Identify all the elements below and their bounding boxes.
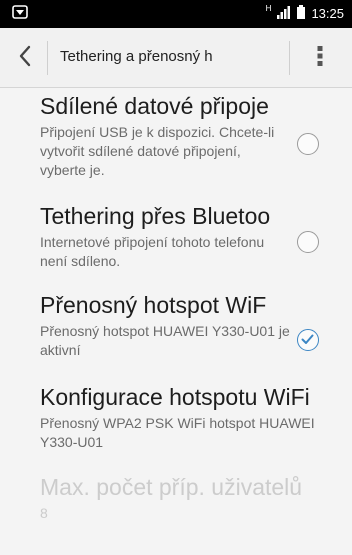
list-item-summary: Internetové připojení tohoto telefonu ne… bbox=[40, 234, 265, 269]
list-item-summary: Přenosný hotspot HUAWEI Y330-U01 je akti… bbox=[40, 323, 290, 358]
list-item-summary: Přenosný WPA2 PSK WiFi hotspot HUAWEI Y3… bbox=[40, 415, 315, 450]
wifi-hotspot-checkbox[interactable] bbox=[297, 329, 319, 351]
list-item-title: Přenosný hotspot WiF bbox=[40, 292, 267, 318]
signal-icon bbox=[277, 5, 291, 23]
list-item-title: Max. počet příp. uživatelů bbox=[40, 474, 303, 500]
list-item-title: Tethering přes Bluetoo bbox=[40, 203, 271, 229]
action-divider bbox=[47, 41, 48, 75]
usb-tethering-checkbox[interactable] bbox=[297, 133, 319, 155]
list-item-usb-tethering[interactable]: Sdílené datové připoje Připojení USB je … bbox=[0, 88, 352, 196]
chevron-left-icon bbox=[18, 45, 32, 72]
list-item-wifi-hotspot[interactable]: Přenosný hotspot WiF Přenosný hotspot HU… bbox=[0, 291, 352, 371]
status-indicators: H 13:25 bbox=[265, 4, 344, 23]
notification-icon bbox=[12, 4, 28, 20]
page-title: Tethering a přenosný h bbox=[60, 48, 213, 65]
bluetooth-tethering-checkbox[interactable] bbox=[297, 231, 319, 253]
clock: 13:25 bbox=[311, 6, 344, 21]
list-item-hotspot-configuration[interactable]: Konfigurace hotspotu WiFi Přenosný WPA2 … bbox=[0, 383, 352, 463]
list-item-title: Sdílené datové připoje bbox=[40, 93, 269, 119]
more-vert-icon bbox=[317, 45, 323, 72]
list-item-bluetooth-tethering[interactable]: Tethering přes Bluetoo Internetové připo… bbox=[0, 202, 352, 278]
action-divider bbox=[289, 41, 290, 75]
status-bar: H 13:25 bbox=[0, 0, 352, 28]
back-button[interactable] bbox=[12, 42, 38, 74]
battery-icon bbox=[297, 5, 306, 23]
list-item-max-users: Max. počet příp. uživatelů 8 bbox=[0, 473, 352, 543]
action-bar: Tethering a přenosný h bbox=[0, 28, 352, 88]
list-item-title: Konfigurace hotspotu WiFi bbox=[40, 384, 310, 410]
network-type-label: H bbox=[265, 4, 272, 13]
overflow-menu-button[interactable] bbox=[300, 42, 340, 74]
list-item-summary: 8 bbox=[40, 505, 48, 521]
list-item-summary: Připojení USB je k dispozici. Chcete-li … bbox=[40, 124, 275, 178]
